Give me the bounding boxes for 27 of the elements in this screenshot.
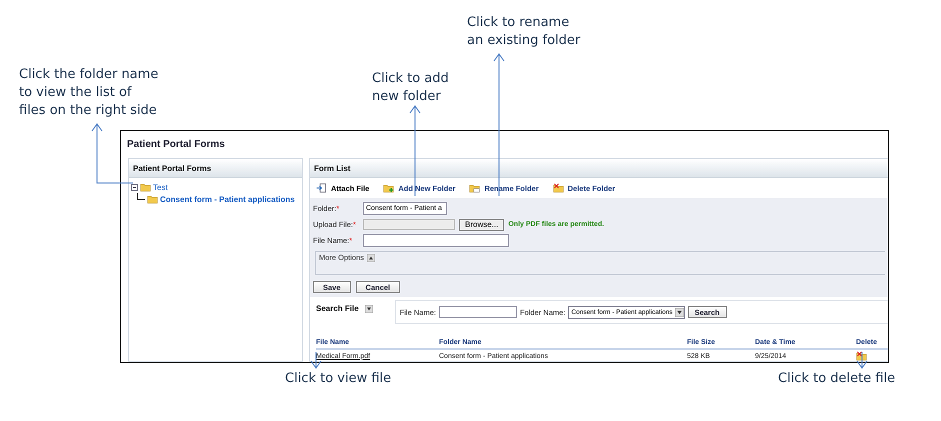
tree-item[interactable]: Test: [153, 182, 168, 192]
callout-text: Click to view file: [285, 370, 392, 388]
folder-rename-icon: [469, 183, 480, 193]
tree-item[interactable]: Consent form - Patient applications: [160, 194, 295, 204]
callout-text: Click to add new folder: [372, 70, 449, 106]
folder-icon: [147, 194, 158, 204]
collapse-toggle-icon[interactable]: [364, 304, 373, 312]
callout-text: Click to delete file: [778, 370, 896, 388]
collapse-toggle-icon[interactable]: [131, 184, 138, 190]
panel-title: Form List: [310, 159, 888, 178]
tree-connector: [137, 192, 145, 200]
file-name-search-field[interactable]: [438, 306, 517, 318]
folder-delete-icon: [552, 183, 564, 193]
folder-add-icon: [383, 183, 394, 193]
panel-title: Patient Portal Forms: [129, 159, 302, 178]
attach-icon: [316, 183, 327, 193]
leader-arrow: [856, 352, 868, 369]
window-title: Patient Portal Forms: [126, 138, 226, 150]
callout-text: Click to rename an existing folder: [467, 14, 580, 50]
callout-text: Click the folder name to view the list of files on the right side: [19, 66, 158, 120]
delete-file-icon[interactable]: [856, 351, 867, 361]
dropdown-arrow-icon: [674, 308, 684, 316]
section-title: Search File: [316, 304, 359, 313]
file-name-field[interactable]: [363, 234, 509, 247]
browse-button[interactable]: Browse...: [459, 218, 504, 230]
expand-toggle-icon[interactable]: [367, 254, 376, 262]
folder-icon: [140, 182, 151, 192]
